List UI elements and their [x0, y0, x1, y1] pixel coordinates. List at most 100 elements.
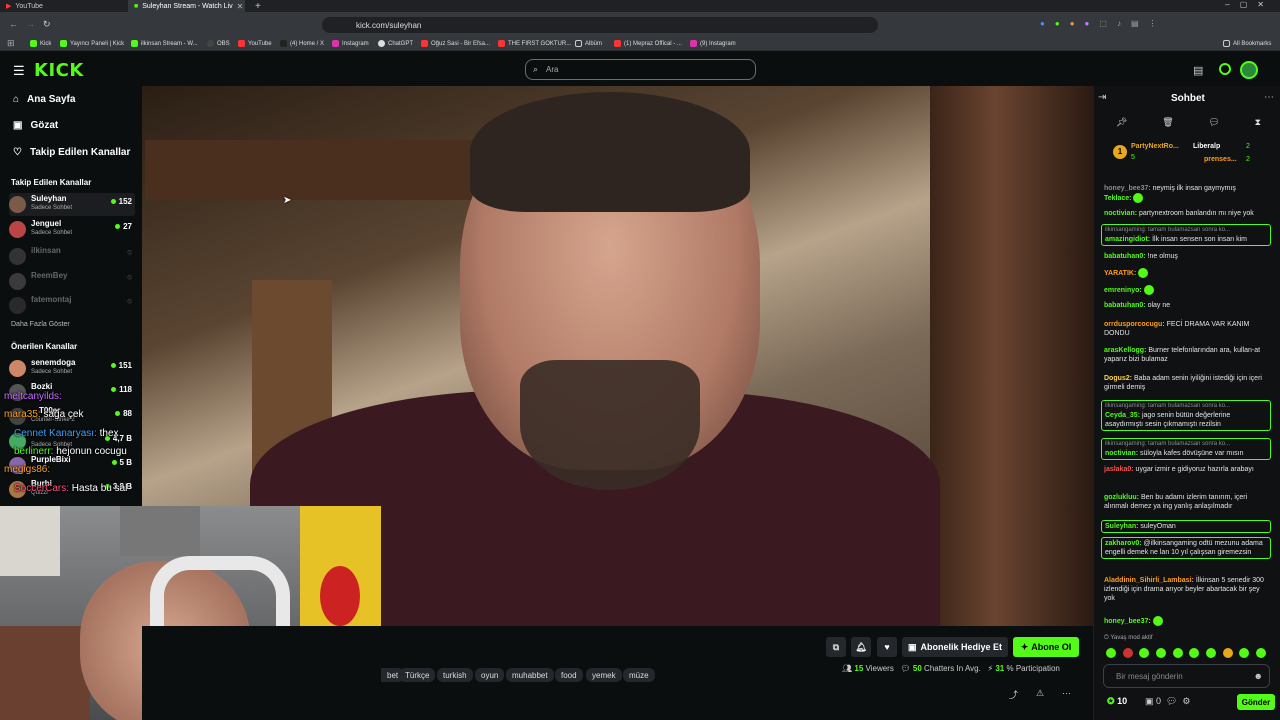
user-avatar[interactable] [1240, 61, 1258, 79]
clips-icon[interactable]: ⧉ [826, 637, 846, 657]
chat-message: Suleyhan: suleyOman [1101, 520, 1271, 533]
followed-channel-ilkinsan[interactable]: ilkinsan ⦸ [9, 245, 135, 268]
chat-username[interactable]: amazingidiot: [1105, 236, 1150, 243]
bookmark-item[interactable]: Oğuz Sasi - Bir Efsa... [421, 36, 490, 51]
bookmark-item[interactable]: THE FIRST GOKTUR... [498, 36, 571, 51]
bubble-icon[interactable]: 💬︎ [1208, 117, 1219, 128]
report-icon[interactable]: ⚠ [1036, 688, 1044, 699]
emoji-icon[interactable]: ☻ [1254, 671, 1263, 681]
new-tab-button[interactable]: + [249, 0, 263, 12]
back-icon[interactable]: ← [9, 19, 18, 29]
chat-username[interactable]: YARATIK: [1104, 270, 1136, 277]
followed-channel-fatemontaj[interactable]: fatemontaj ⦸ [9, 294, 135, 317]
chat-username[interactable]: babatuhan0: [1104, 302, 1146, 309]
emote-icon [1189, 648, 1200, 658]
chat-username[interactable]: Teklace: [1104, 195, 1132, 202]
pinned-user[interactable]: Liberalp [1193, 143, 1220, 150]
more-icon[interactable]: ⋯ [1062, 688, 1071, 699]
pinned-user[interactable]: prenses... [1204, 156, 1237, 163]
bookmark-item[interactable]: (4) Home / X [280, 36, 324, 51]
avatar [9, 360, 26, 377]
chat-username[interactable]: arasKellogg: [1104, 347, 1146, 354]
show-more-link[interactable]: Daha Fazla Göster [11, 321, 70, 328]
reload-icon[interactable]: ↻ [43, 19, 51, 30]
chat-message: Teklace: [1104, 193, 1272, 203]
menu-icon[interactable]: ☰ [13, 63, 25, 79]
all-bookmarks[interactable]: All Bookmarks [1223, 36, 1271, 51]
search-input[interactable]: ⌕ Ara [525, 59, 756, 80]
nav-following[interactable]: ♡ Takip Edilen Kanallar [13, 144, 130, 160]
chat-username[interactable]: Suleyhan: [1105, 523, 1138, 530]
chat-username[interactable]: Ceyda_35: [1105, 412, 1140, 419]
emote-icon [1122, 648, 1133, 658]
followed-channel-reembey[interactable]: ReemBey ⦸ [9, 270, 135, 293]
bell-icon[interactable]: 🔔︎ [851, 637, 871, 657]
send-button[interactable]: Gönder [1237, 694, 1275, 710]
chat-username[interactable]: gozlukluu: [1104, 494, 1139, 501]
bookmark-item[interactable]: Kick [30, 36, 51, 51]
bookmark-item[interactable]: Instagram [332, 36, 369, 51]
pinned-count: 2 [1246, 156, 1250, 163]
extension-icons[interactable]: ● ● ● ● ⬚ ♪ ▤ ⋮ [1040, 19, 1270, 31]
bookmark-item[interactable]: ilkinsan Stream - W... [131, 36, 198, 51]
follow-heart-icon[interactable]: ♥ [877, 637, 897, 657]
chat-username[interactable]: noctivian: [1104, 210, 1137, 217]
bookmark-item[interactable]: Yayıncı Paneli | Kick [60, 36, 124, 51]
browser-tab-youtube[interactable]: ▶ YouTube [0, 0, 128, 12]
tag-chip[interactable]: muhabbet [506, 668, 554, 682]
chat-message: ilkinsangaming: tamam bulamazsan sonra k… [1101, 438, 1271, 460]
tag-chip[interactable]: food [555, 668, 583, 682]
bookmark-item[interactable]: YouTube [238, 36, 272, 51]
gift-sub-button[interactable]: ▣ Abonelik Hediye Et [902, 637, 1008, 657]
followed-channel-suleyhan[interactable]: Suleyhan Sadece Sohbet 152 [9, 193, 135, 216]
close-tab-icon[interactable]: ✕ [237, 2, 244, 11]
bookmark-item[interactable]: Albüm [575, 36, 602, 51]
collapse-chat-icon[interactable]: ⇥ [1098, 92, 1106, 103]
bookmark-item[interactable]: ChatGPT [378, 36, 413, 51]
tag-chip[interactable]: turkish [437, 668, 473, 682]
chat-username[interactable]: zakharov0: [1105, 540, 1142, 547]
recommended-channel[interactable]: senemdoga Sadece Sohbet 151 [9, 357, 135, 380]
nav-home[interactable]: ⌂ Ana Sayfa [13, 91, 75, 107]
chat-input[interactable]: Bir mesaj gönderin ☻ [1103, 664, 1270, 688]
trash-icon[interactable]: 🗑︎ [1162, 117, 1173, 128]
pin-icon[interactable]: 📌︎ [1116, 117, 1127, 128]
viewers-icon: 👥︎ [842, 664, 853, 673]
chat-username[interactable]: babatuhan0: [1104, 253, 1146, 260]
kick-points[interactable]: ✪ 10 [1107, 696, 1127, 707]
subscribe-button[interactable]: ✦ Abone Ol [1013, 637, 1079, 657]
chat-username[interactable]: honey_bee37: [1104, 618, 1151, 625]
overlay-chat-line: meltcanyilds: [4, 391, 62, 402]
chat-tools: 📌︎ 🗑︎ 💬︎ ⧗ [1116, 117, 1261, 128]
tag-chip[interactable]: yemek [586, 668, 622, 682]
chat-username[interactable]: honey_bee37: [1104, 185, 1151, 192]
bookmark-item[interactable]: OBS [207, 36, 230, 51]
chat-menu-icon[interactable]: ⋯ [1264, 92, 1274, 103]
tag-chip[interactable]: Türkçe [399, 668, 436, 682]
emote-bar[interactable] [1106, 648, 1266, 658]
tag-chip[interactable]: müze [623, 668, 655, 682]
kick-logo[interactable]: KICK [34, 60, 84, 81]
chat-footer-icons[interactable]: ▣ 0 💬︎ ⚙ [1145, 696, 1191, 707]
bookmark-item[interactable]: (9) Instagram [690, 36, 736, 51]
chat-username[interactable]: Aladdinin_Sihirli_Lambasi: [1104, 577, 1194, 584]
chat-username[interactable]: orrdusporcocugu: [1104, 321, 1165, 328]
tag-chip[interactable]: oyun [475, 668, 505, 682]
apps-icon[interactable]: ⊞ [7, 38, 15, 49]
nav-browse[interactable]: ▣ Gözat [13, 117, 58, 133]
chat-username[interactable]: jaslaka0: [1104, 466, 1134, 473]
window-controls[interactable]: –▢✕ [1225, 0, 1274, 9]
chat-username[interactable]: emreninyo: [1104, 287, 1142, 294]
forward-icon[interactable]: → [26, 19, 35, 29]
bookmark-item[interactable]: (1) Mepraz Offical - ... [614, 36, 682, 51]
kick-points-icon[interactable] [1219, 63, 1231, 75]
followed-channel-jenguel[interactable]: Jenguel Sadece Sohbet 27 [9, 218, 135, 241]
store-icon[interactable]: ▤ [1193, 64, 1203, 77]
address-bar[interactable]: kick.com/suleyhan [322, 17, 878, 33]
share-icon[interactable]: ⤴ [1009, 688, 1018, 701]
hourglass-icon[interactable]: ⧗ [1255, 117, 1261, 128]
browser-tab-kick[interactable]: ■ Suleyhan Stream - Watch Liv ✕ [128, 0, 245, 12]
chat-username[interactable]: noctivian: [1105, 450, 1138, 457]
pinned-user[interactable]: PartyNextRo... [1131, 143, 1179, 150]
chat-username[interactable]: Dogus2: [1104, 375, 1132, 382]
